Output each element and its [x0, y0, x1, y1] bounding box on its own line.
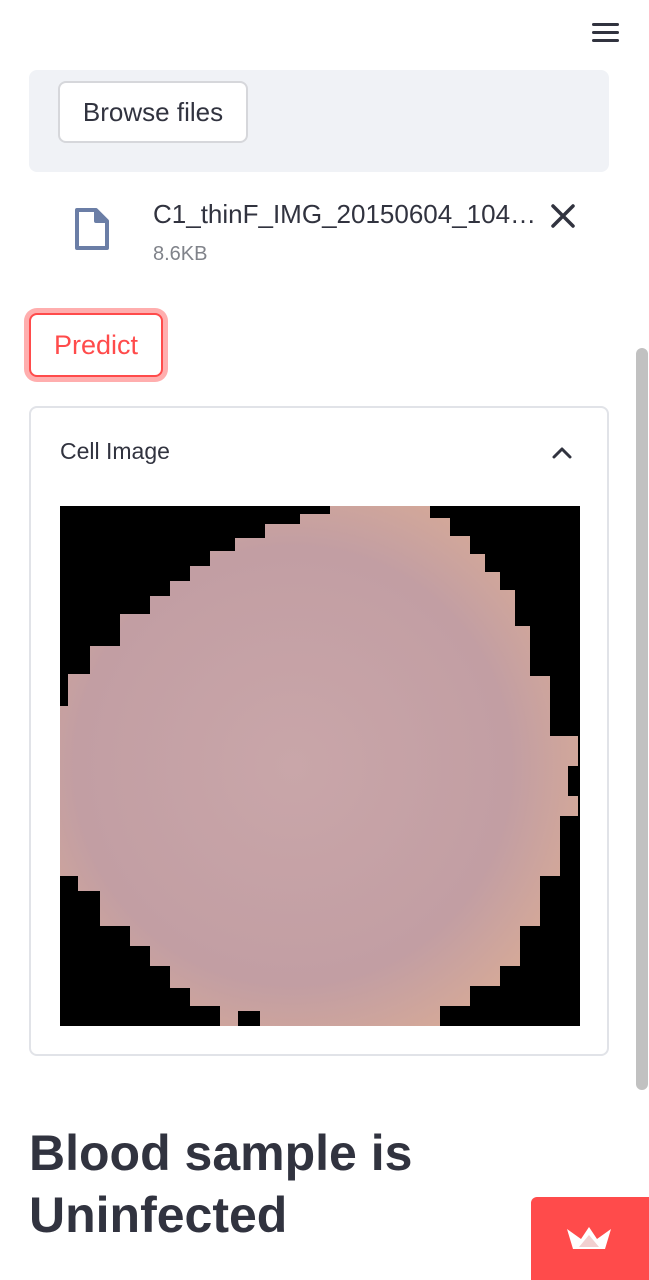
streamlit-crown-icon	[567, 1227, 611, 1249]
file-name: C1_thinF_IMG_20150604_104…	[153, 199, 537, 229]
close-icon[interactable]	[546, 199, 580, 233]
file-size: 8.6KB	[153, 243, 208, 265]
expander-header[interactable]: Cell Image	[31, 408, 607, 496]
expander-title: Cell Image	[60, 438, 170, 464]
hamburger-menu-icon[interactable]	[590, 20, 622, 46]
streamlit-badge[interactable]	[531, 1197, 649, 1280]
prediction-result: Blood sample is Uninfected	[29, 1125, 413, 1243]
scrollbar[interactable]	[636, 348, 648, 1090]
predict-button[interactable]: Predict	[29, 313, 163, 377]
browse-files-button[interactable]: Browse files	[58, 81, 248, 143]
file-dropzone[interactable]: Browse files	[29, 70, 609, 172]
cell-image	[60, 506, 580, 1026]
cell-image-expander: Cell Image	[29, 406, 609, 1056]
uploaded-file-row: C1_thinF_IMG_20150604_104… 8.6KB	[0, 195, 649, 275]
file-icon	[75, 208, 109, 250]
chevron-up-icon[interactable]	[549, 440, 575, 466]
